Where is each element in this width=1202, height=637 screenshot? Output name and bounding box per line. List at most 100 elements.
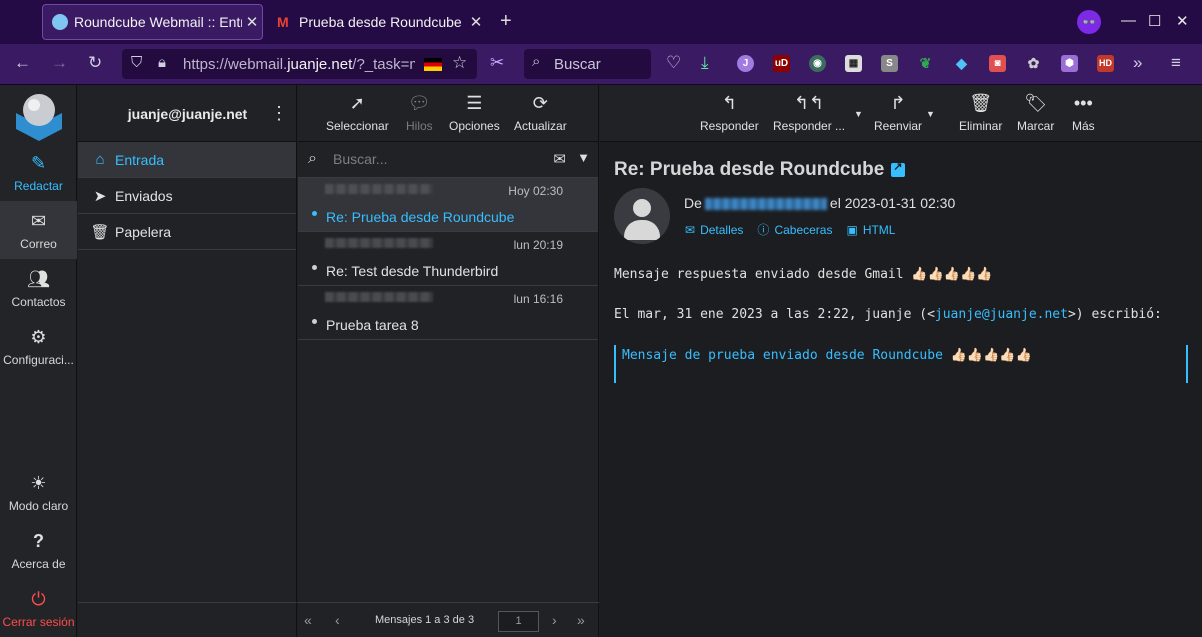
sun-icon: ☀	[30, 473, 47, 493]
power-icon: ⏻	[31, 589, 46, 609]
options-button[interactable]: ☰ Opciones	[449, 93, 500, 133]
close-tab-icon[interactable]: ✕	[466, 13, 486, 31]
html-link[interactable]: ▣ HTML	[846, 221, 895, 238]
forward-dropdown-icon[interactable]: ▼	[926, 109, 935, 119]
details-link[interactable]: ✉ Detalles	[685, 221, 743, 238]
reply-all-button[interactable]: ↰↰ Responder ...	[773, 93, 845, 133]
headers-link[interactable]: ⓘ Cabeceras	[757, 221, 832, 238]
url-bar[interactable]: ⛉ 🔒︎ https://webmail.juanje.net/?_task=m…	[122, 49, 477, 79]
folder-label: Papelera	[115, 223, 172, 240]
screenshot-icon[interactable]: ✂	[490, 53, 504, 73]
forward-icon[interactable]: →	[51, 53, 68, 73]
forward-button[interactable]: ↱ Reenviar	[874, 93, 922, 133]
inbox-icon: ⌂	[95, 151, 105, 168]
refresh-icon: ⟳	[532, 93, 548, 113]
roundcube-logo	[12, 89, 66, 143]
first-page-icon[interactable]: «	[304, 612, 312, 628]
status-dot-icon	[312, 319, 317, 324]
maximize-icon[interactable]: ☐	[1148, 12, 1161, 30]
message-row[interactable]: Hoy 02:30 Re: Prueba desde Roundcube	[298, 178, 598, 232]
message-row[interactable]: lun 20:19 Re: Test desde Thunderbird	[298, 232, 598, 286]
hamburger-menu-icon[interactable]: ≡	[1171, 53, 1181, 73]
trash-icon: 🗑︎	[969, 93, 993, 113]
new-tab-icon[interactable]: +	[500, 10, 512, 33]
minimize-icon[interactable]: —	[1121, 12, 1136, 29]
lock-icon[interactable]: 🔒︎	[158, 54, 166, 71]
extension-leaf-icon[interactable]: ❦	[917, 55, 934, 72]
browser-search-bar[interactable]: ⌕ Buscar	[524, 49, 651, 79]
extension-puzzle-icon[interactable]: ✿	[1025, 55, 1042, 72]
message-search[interactable]: ⌕ Buscar... ✉ ▼	[298, 142, 598, 178]
prev-page-icon[interactable]: ‹	[335, 612, 340, 628]
about-button[interactable]: ? Acerca de	[0, 521, 77, 579]
folder-menu-icon[interactable]: ⋮	[270, 103, 288, 124]
email-link[interactable]: juanje@juanje.net	[935, 307, 1068, 322]
message-subject: Re: Prueba desde Roundcube	[326, 209, 515, 225]
message-date: lun 16:16	[513, 292, 563, 306]
contacts-button[interactable]: 👥︎ Contactos	[0, 259, 77, 317]
extension-hd-icon[interactable]: HD	[1097, 55, 1114, 72]
tab-gmail[interactable]: M Prueba desde Roundcube ✕	[268, 4, 486, 40]
extension-diamond-icon[interactable]: ◆	[953, 55, 970, 72]
reload-icon[interactable]: ↻	[88, 53, 102, 73]
extension-cube-icon[interactable]: ⬢	[1061, 55, 1078, 72]
sender-redacted	[325, 292, 433, 302]
list-toolbar: ➚ Seleccionar 💬︎ Hilos ☰ Opciones ⟳ Actu…	[298, 85, 598, 142]
message-date: lun 20:19	[513, 238, 563, 252]
compose-button[interactable]: ✎ Redactar	[0, 143, 77, 201]
close-tab-icon[interactable]: ✕	[242, 13, 262, 31]
pocket-icon[interactable]: ♡	[666, 53, 681, 73]
threads-button[interactable]: 💬︎ Hilos	[406, 93, 433, 133]
message-row[interactable]: lun 16:16 Prueba tarea 8	[298, 286, 598, 340]
search-icon: ⌕	[308, 150, 317, 167]
next-page-icon[interactable]: ›	[552, 612, 557, 628]
url-text[interactable]: https://webmail.juanje.net/?_task=mail	[183, 56, 415, 73]
message-toolbar: ↰ Responder ↰↰ Responder ... ▼ ↱ Reenvia…	[600, 85, 1202, 142]
qr-code-icon[interactable]: ▦	[845, 55, 862, 72]
last-page-icon[interactable]: »	[577, 612, 585, 628]
page-number-input[interactable]: 1	[498, 611, 539, 632]
reply-all-icon: ↰↰	[793, 93, 825, 113]
shield-icon[interactable]: ⛉	[131, 54, 142, 71]
extension-s-icon[interactable]: S	[881, 55, 898, 72]
light-mode-button[interactable]: ☀ Modo claro	[0, 463, 77, 521]
message-preview-pane: ↰ Responder ↰↰ Responder ... ▼ ↱ Reenvia…	[600, 85, 1202, 637]
overflow-chevron-icon[interactable]: »	[1133, 53, 1142, 73]
delete-button[interactable]: 🗑︎ Eliminar	[959, 93, 1002, 133]
extension-glasses-icon[interactable]: ◉	[809, 55, 826, 72]
folder-label: Entrada	[115, 151, 165, 168]
folder-pane: juanje@juanje.net ⋮ ⌂ Entrada ➤ Enviados…	[78, 85, 297, 637]
more-button[interactable]: ••• Más	[1072, 93, 1095, 133]
ublock-icon[interactable]: uD	[773, 55, 790, 72]
status-dot-icon	[312, 265, 317, 270]
settings-button[interactable]: ⚙ Configuraci...	[0, 317, 77, 375]
refresh-button[interactable]: ⟳ Actualizar	[514, 93, 567, 133]
mark-button[interactable]: 🏷︎ Marcar	[1017, 93, 1054, 133]
back-icon[interactable]: ←	[14, 53, 31, 73]
folder-sent[interactable]: ➤ Enviados	[78, 178, 296, 214]
select-button[interactable]: ➚ Seleccionar	[326, 93, 389, 133]
sender-redacted[interactable]	[704, 198, 827, 211]
folder-header: juanje@juanje.net ⋮	[78, 85, 296, 142]
users-icon: 👥︎	[27, 269, 50, 289]
close-window-icon[interactable]: ✕	[1176, 12, 1189, 30]
logout-button[interactable]: ⏻ Cerrar sesión	[0, 579, 77, 637]
folder-inbox[interactable]: ⌂ Entrada	[78, 142, 296, 178]
envelope-icon[interactable]: ✉	[553, 150, 566, 168]
chevron-down-icon[interactable]: ▼	[577, 150, 590, 165]
tab-title: Roundcube Webmail :: Entrada	[74, 14, 242, 30]
open-external-icon[interactable]	[891, 160, 906, 177]
tab-roundcube[interactable]: Roundcube Webmail :: Entrada ✕	[42, 4, 263, 40]
mail-button[interactable]: ✉ Correo	[0, 201, 77, 259]
roundcube-app: ✎ Redactar ✉ Correo 👥︎ Contactos ⚙ Confi…	[0, 85, 1202, 637]
download-icon[interactable]: ⤓	[701, 53, 709, 73]
camera-icon[interactable]: ◙	[989, 55, 1006, 72]
sender-redacted	[325, 184, 433, 194]
bookmark-star-icon[interactable]: ☆	[452, 53, 467, 73]
envelope-icon: ✉	[685, 222, 696, 237]
folder-trash[interactable]: 🗑︎ Papelera	[78, 214, 296, 250]
reply-all-dropdown-icon[interactable]: ▼	[854, 109, 863, 119]
extension-j-icon[interactable]: J	[737, 55, 754, 72]
german-flag-icon[interactable]	[424, 58, 442, 71]
reply-button[interactable]: ↰ Responder	[700, 93, 759, 133]
